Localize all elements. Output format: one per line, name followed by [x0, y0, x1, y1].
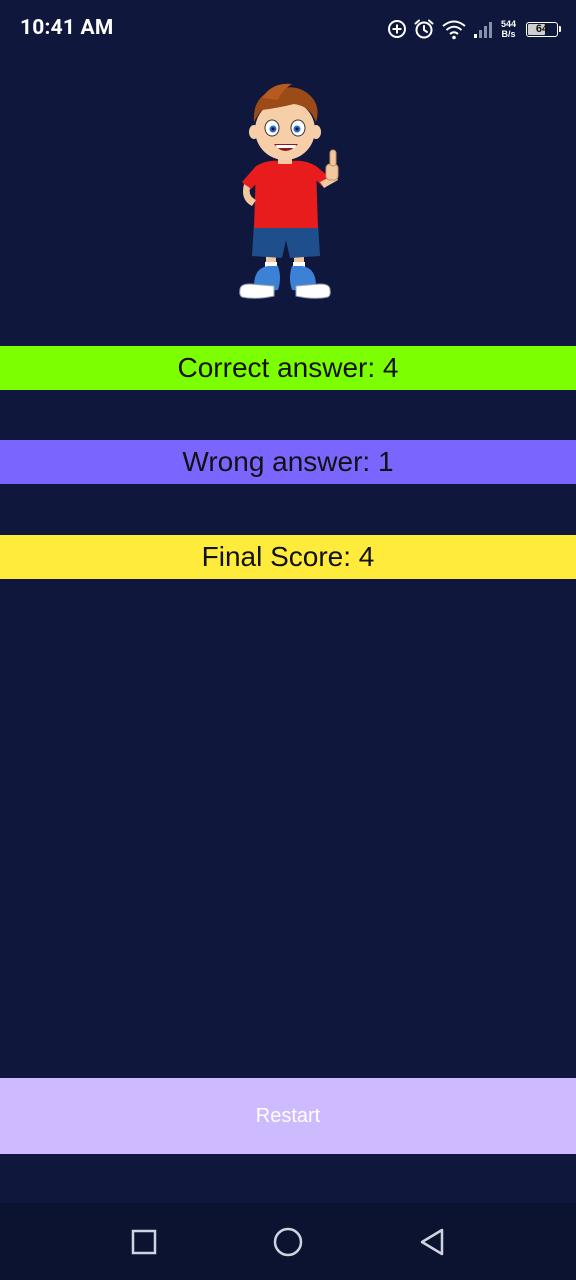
correct-answer-bar: Correct answer: 4 [0, 346, 576, 390]
status-bar: 10:41 AM 544 B/s 64 [0, 0, 576, 60]
recents-square-icon [131, 1229, 157, 1254]
status-time: 10:41 AM [20, 16, 114, 40]
data-saver-icon [387, 20, 406, 38]
recents-button[interactable] [104, 1203, 184, 1280]
signal-icon [473, 22, 492, 38]
net-speed: 544 B/s [501, 19, 516, 39]
battery-icon: 64 [526, 21, 561, 37]
alarm-icon [414, 19, 434, 39]
wifi-icon [442, 20, 466, 40]
back-triangle-icon [420, 1228, 444, 1255]
final-score-bar: Final Score: 4 [0, 535, 576, 579]
net-speed-unit: B/s [501, 29, 516, 39]
home-button[interactable] [248, 1203, 328, 1280]
boy-thumbs-up-illustration [239, 83, 339, 299]
status-icons: 544 B/s 64 [387, 14, 561, 44]
home-circle-icon [273, 1227, 303, 1256]
restart-button[interactable]: Restart [0, 1078, 576, 1154]
battery-level: 64 [535, 22, 549, 35]
navigation-bar [0, 1203, 576, 1280]
net-speed-value: 544 [500, 19, 516, 29]
back-button[interactable] [392, 1203, 472, 1280]
wrong-answer-bar: Wrong answer: 1 [0, 440, 576, 484]
